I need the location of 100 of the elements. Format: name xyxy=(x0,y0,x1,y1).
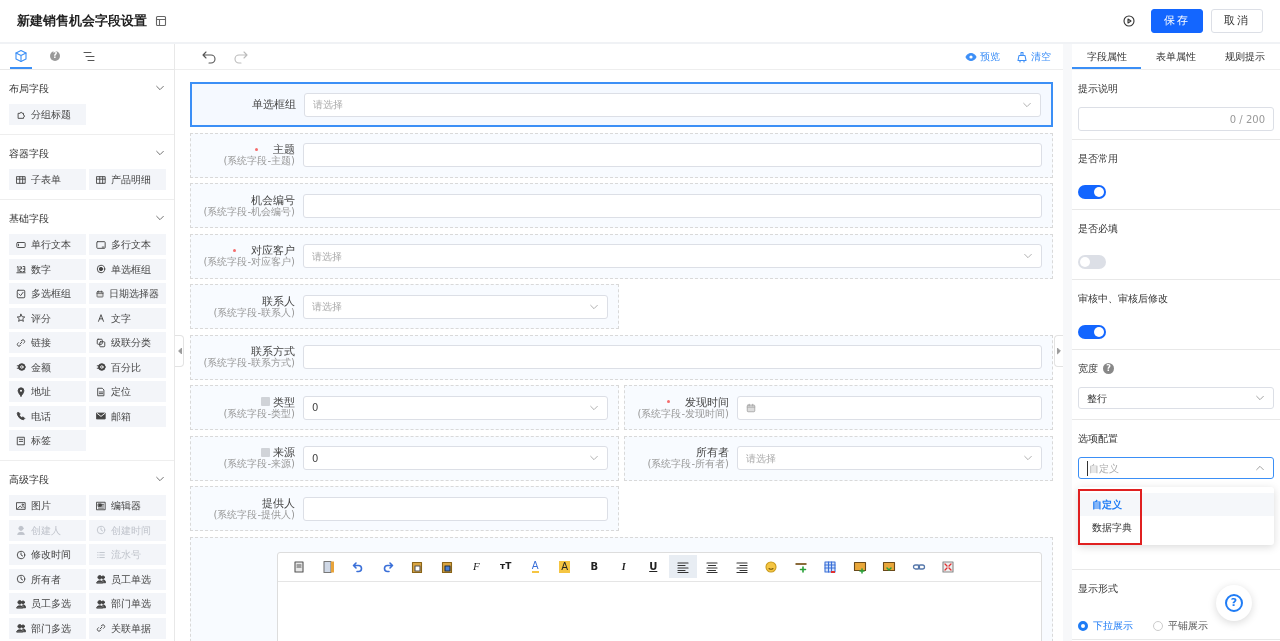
chevron-down-icon xyxy=(1023,453,1033,463)
field-type-item[interactable]: 链接 xyxy=(9,332,86,353)
field-type-item[interactable]: 所有者 xyxy=(9,568,86,590)
toggle-switch[interactable] xyxy=(1078,325,1106,339)
input-field[interactable] xyxy=(303,496,608,521)
people-icon xyxy=(16,598,26,609)
select-field[interactable]: 0 xyxy=(303,395,608,420)
calendar-icon xyxy=(96,288,104,299)
input-field[interactable] xyxy=(303,143,1042,167)
cancel-button[interactable]: 取消 xyxy=(1211,9,1263,33)
field-type-item[interactable]: 员工多选 xyxy=(9,593,86,614)
underline-button[interactable]: U xyxy=(639,555,668,578)
field-type-item[interactable]: 百分比 xyxy=(89,356,166,378)
section-title: 宽度 xyxy=(1078,362,1098,376)
field-label: 来源 xyxy=(273,446,295,459)
field-type-item[interactable]: 多行文本 xyxy=(89,234,166,255)
field-type-item[interactable]: 定位 xyxy=(89,381,166,402)
radio-option[interactable]: 平铺展示 xyxy=(1153,618,1208,633)
run-button[interactable] xyxy=(1123,15,1135,27)
save-button[interactable]: 保存 xyxy=(1151,9,1203,33)
field-type-item[interactable]: 部门单选 xyxy=(89,593,166,614)
panel-tab[interactable]: 规则提示 xyxy=(1210,44,1280,69)
font-size-button[interactable]: ᴛT xyxy=(491,555,520,578)
field-type-item[interactable]: 部门多选 xyxy=(9,617,86,639)
field-type-item[interactable]: 关联单据 xyxy=(89,617,166,639)
image-icon xyxy=(16,500,26,511)
rich-text-editor[interactable]: F ᴛT A A B I U xyxy=(277,551,1042,641)
field-label: 所有者 xyxy=(696,446,729,459)
field-type-item[interactable]: 编辑器 xyxy=(89,495,166,516)
field-type-item[interactable]: 邮箱 xyxy=(89,405,166,427)
panel-tab[interactable]: 表单属性 xyxy=(1141,44,1211,69)
form-field[interactable]: 单选框组 请选择 xyxy=(190,82,1053,127)
field-type-item[interactable]: 分组标题 xyxy=(9,104,86,125)
radio-icon xyxy=(96,264,106,274)
align-left-icon xyxy=(675,559,690,574)
field-type-item[interactable]: 日期选择器 xyxy=(89,283,166,304)
number-icon xyxy=(16,264,26,274)
field-type-item[interactable]: 图片 xyxy=(9,495,86,516)
form-field[interactable]: 来源 (系统字段-来源) 0 xyxy=(190,435,619,481)
dropdown-option[interactable]: 自定义 xyxy=(1078,493,1274,516)
undo-icon xyxy=(201,49,217,64)
character-counter: 0 / 200 xyxy=(1229,112,1265,127)
field-type-item[interactable]: 电话 xyxy=(9,405,86,427)
field-label: 发现时间 xyxy=(685,395,729,408)
font-color-button[interactable]: A xyxy=(521,555,550,578)
group-title: 布局字段 xyxy=(9,81,49,96)
field-type-item[interactable]: 标签 xyxy=(9,430,86,451)
cube-icon xyxy=(14,49,28,63)
field-note: (系统字段-所有者) xyxy=(646,458,729,470)
collapse-handle[interactable] xyxy=(175,335,184,367)
field-type-item[interactable]: 金额 xyxy=(9,356,86,378)
field-type-item[interactable]: 子表单 xyxy=(9,169,86,190)
select-field[interactable]: 0 xyxy=(303,446,608,470)
form-field[interactable]: 对应客户 (系统字段-对应客户) 请选择 xyxy=(190,233,1053,279)
panel-tab[interactable]: 字段属性 xyxy=(1072,44,1142,69)
form-field[interactable]: 联系人 (系统字段-联系人) 请选择 xyxy=(190,284,619,329)
form-field[interactable]: 机会编号 (系统字段-机会编号) xyxy=(190,183,1053,228)
highlight-button[interactable]: A xyxy=(550,555,579,578)
help-icon[interactable]: ? xyxy=(1103,363,1114,374)
form-field[interactable]: 联系方式 (系统字段-联系方式) xyxy=(190,334,1053,380)
checkbox-icon xyxy=(16,288,26,299)
select-field[interactable]: 整行 xyxy=(1078,387,1274,409)
field-type-item[interactable]: 多选框组 xyxy=(9,283,86,304)
align-left-button[interactable] xyxy=(668,555,697,578)
collapse-handle[interactable] xyxy=(1054,335,1063,367)
people-icon xyxy=(16,623,26,633)
input-field[interactable] xyxy=(303,345,1042,369)
field-type-item[interactable]: 员工单选 xyxy=(89,568,166,590)
toggle-switch[interactable] xyxy=(1078,255,1106,269)
form-field[interactable]: 提供人 (系统字段-提供人) xyxy=(190,486,619,531)
field-type-item[interactable]: 单选框组 xyxy=(89,258,166,280)
section-title: 显示形式 xyxy=(1078,582,1118,596)
input-field[interactable] xyxy=(303,193,1042,218)
mail-icon xyxy=(96,411,106,421)
field-type-item[interactable]: 评分 xyxy=(9,307,86,329)
field-type-item[interactable]: 级联分类 xyxy=(89,332,166,353)
tree-icon xyxy=(82,49,96,63)
field-note: (系统字段-机会编号) xyxy=(202,205,295,218)
font-family-button[interactable]: F xyxy=(462,555,491,578)
field-type-item[interactable]: 修改时间 xyxy=(9,544,86,565)
field-type-item[interactable]: 产品明细 xyxy=(89,169,166,190)
clear-button[interactable]: 清空 xyxy=(1016,49,1051,64)
form-field[interactable]: 主题 (系统字段-主题) xyxy=(190,132,1053,178)
field-type-item[interactable]: 单行文本 xyxy=(9,234,86,255)
form-field[interactable]: 所有者 (系统字段-所有者) 请选择 xyxy=(624,435,1053,481)
field-type-item[interactable]: 地址 xyxy=(9,381,86,402)
clock-icon xyxy=(96,525,106,535)
italic-button[interactable]: I xyxy=(609,555,638,578)
toggle-switch[interactable] xyxy=(1078,185,1106,199)
form-field[interactable]: 类型 (系统字段-类型) 0 xyxy=(190,385,619,430)
preview-button[interactable]: 预览 xyxy=(965,49,1000,64)
form-field[interactable]: 发现时间 (系统字段-发现时间) xyxy=(624,385,1053,430)
bold-button[interactable]: B xyxy=(580,555,609,578)
dropdown-option[interactable]: 数据字典 xyxy=(1078,516,1274,539)
radio-option[interactable]: 下拉展示 xyxy=(1078,618,1133,633)
people-icon xyxy=(96,574,106,584)
field-type-item[interactable]: 文字 xyxy=(89,307,166,329)
field-type-item[interactable]: 数字 xyxy=(9,258,86,280)
date-field[interactable] xyxy=(737,395,1042,420)
window-icon xyxy=(96,500,106,511)
